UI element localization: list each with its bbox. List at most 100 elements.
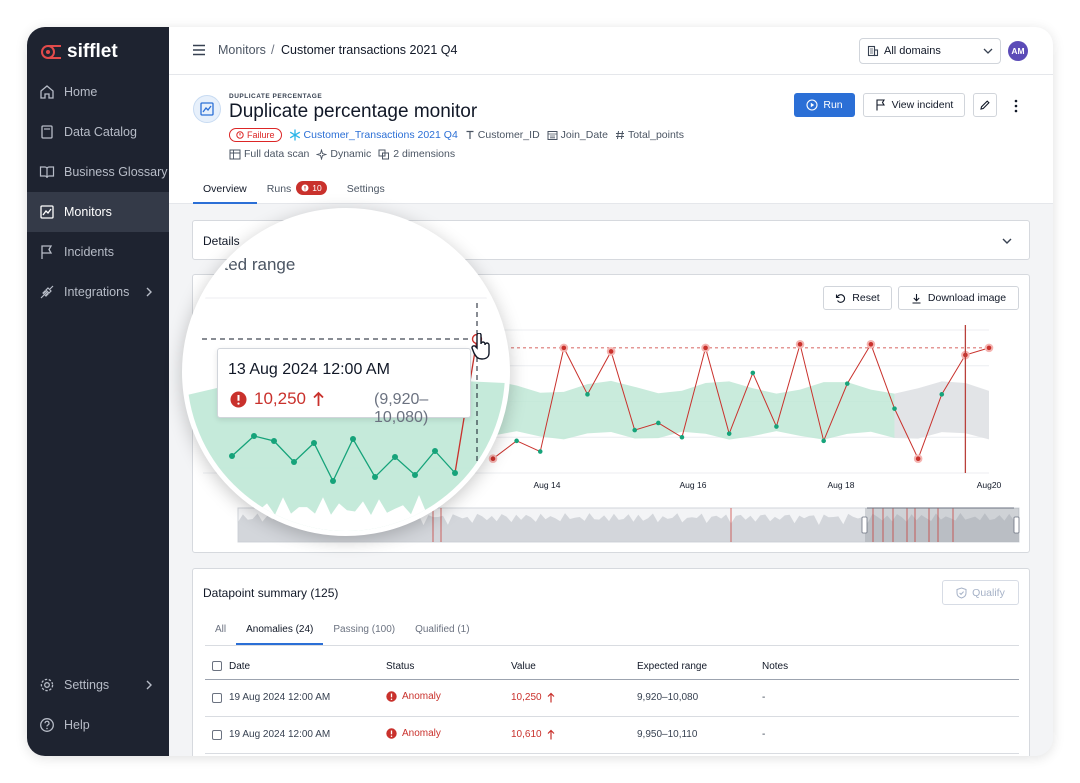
sidebar-item-monitors[interactable]: Monitors bbox=[27, 192, 169, 232]
table-scan-icon bbox=[229, 149, 241, 159]
column-header-expected-range[interactable]: Expected range bbox=[637, 661, 707, 672]
edit-button[interactable] bbox=[973, 93, 997, 117]
anomaly-point bbox=[606, 347, 616, 356]
sidebar-item-label: Incidents bbox=[64, 245, 115, 259]
hash-icon bbox=[615, 130, 624, 140]
breadcrumb-monitors[interactable]: Monitors bbox=[218, 43, 266, 57]
sidebar-item-integrations[interactable]: Integrations bbox=[27, 272, 169, 312]
pencil-icon bbox=[980, 100, 990, 110]
sidebar-item-label: Business Glossary bbox=[64, 165, 168, 179]
field-customer-id: Customer_ID bbox=[465, 129, 540, 141]
summary-tabs: All Anomalies (24) Passing (100) Qualifi… bbox=[205, 624, 480, 645]
dataset-link[interactable]: Customer_Transactions 2021 Q4 bbox=[289, 129, 458, 141]
sidebar: sifflet Home Data Catalog Business Gloss… bbox=[27, 27, 169, 756]
cell-value: 10,610 bbox=[511, 729, 555, 740]
sidebar-item-help[interactable]: Help bbox=[27, 705, 169, 745]
data-point bbox=[939, 392, 945, 397]
top-bar: Monitors / Customer transactions 2021 Q4… bbox=[169, 27, 1053, 75]
open-book-icon bbox=[39, 166, 55, 179]
sidebar-item-label: Help bbox=[64, 718, 90, 732]
flag-icon bbox=[876, 99, 885, 111]
chart-title-fragment: cted range bbox=[215, 255, 296, 274]
tab-all[interactable]: All bbox=[205, 624, 236, 645]
column-header-notes[interactable]: Notes bbox=[762, 661, 788, 672]
column-header-value[interactable]: Value bbox=[511, 661, 536, 672]
more-vertical-icon[interactable] bbox=[1014, 99, 1018, 113]
threshold-mode: Dynamic bbox=[316, 148, 371, 160]
data-point bbox=[892, 406, 897, 411]
chevron-down-icon[interactable] bbox=[1002, 237, 1012, 245]
row-checkbox[interactable] bbox=[212, 693, 222, 703]
qualify-label: Qualify bbox=[972, 586, 1005, 599]
monitor-meta-row: Failure Customer_Transactions 2021 Q4 Cu… bbox=[229, 127, 684, 143]
x-tick-label: Aug20 bbox=[977, 480, 1002, 490]
y-tick-fragment: 9, bbox=[200, 463, 208, 473]
divider bbox=[205, 679, 1019, 680]
value-label: 10,250 bbox=[511, 692, 542, 703]
monitor-type-label: DUPLICATE PERCENTAGE bbox=[229, 93, 323, 100]
column-header-date[interactable]: Date bbox=[229, 661, 250, 672]
hamburger-menu-icon[interactable] bbox=[192, 44, 206, 56]
sidebar-item-data-catalog[interactable]: Data Catalog bbox=[27, 112, 169, 152]
status-label: Anomaly bbox=[402, 691, 441, 702]
threshold-mode-label: Dynamic bbox=[330, 148, 372, 160]
tooltip-date: 13 Aug 2024 12:00 AM bbox=[228, 361, 390, 378]
data-point bbox=[271, 438, 277, 444]
data-point bbox=[432, 448, 438, 454]
qualify-button[interactable]: Qualify bbox=[942, 580, 1019, 605]
domain-select[interactable]: All domains bbox=[859, 38, 1001, 64]
tab-passing[interactable]: Passing (100) bbox=[323, 624, 405, 645]
magnifier-lens: cted range 9, 13 Aug 2024 12:00 AM 10,25… bbox=[182, 208, 510, 536]
tooltip-value-label: 10,250 bbox=[254, 389, 306, 408]
row-checkbox[interactable] bbox=[212, 730, 222, 740]
data-point bbox=[844, 381, 850, 386]
runs-count: 10 bbox=[312, 183, 322, 193]
monitor-config-row: Full data scan Dynamic 2 dimensions bbox=[229, 146, 455, 162]
view-incident-button[interactable]: View incident bbox=[863, 93, 965, 117]
run-button[interactable]: Run bbox=[794, 93, 855, 117]
data-point bbox=[229, 453, 235, 459]
sidebar-item-label: Data Catalog bbox=[64, 125, 137, 139]
dimensions-count: 2 dimensions bbox=[378, 148, 455, 160]
tab-overview[interactable]: Overview bbox=[193, 183, 257, 204]
home-icon bbox=[40, 85, 54, 99]
tab-runs[interactable]: Runs 10 bbox=[257, 181, 337, 204]
data-point bbox=[452, 470, 458, 476]
status-label: Anomaly bbox=[402, 728, 441, 739]
tab-qualified[interactable]: Qualified (1) bbox=[405, 624, 479, 645]
anomaly-point bbox=[913, 454, 923, 463]
chevron-right-icon bbox=[146, 680, 152, 690]
data-point bbox=[726, 431, 732, 436]
datapoint-tooltip: 13 Aug 2024 12:00 AM 10,250 (9,920–10,08… bbox=[217, 348, 471, 426]
shield-check-icon bbox=[956, 586, 967, 599]
anomaly-point bbox=[866, 340, 876, 349]
tab-settings[interactable]: Settings bbox=[337, 183, 395, 204]
column-header-status[interactable]: Status bbox=[386, 661, 414, 672]
sidebar-item-incidents[interactable]: Incidents bbox=[27, 232, 169, 272]
dataset-name: Customer_Transactions 2021 Q4 bbox=[303, 129, 458, 141]
alert-icon bbox=[230, 391, 247, 407]
sidebar-item-settings[interactable]: Settings bbox=[27, 665, 169, 705]
field-name: Total_points bbox=[627, 129, 684, 141]
divider bbox=[205, 645, 1019, 646]
calendar-icon bbox=[547, 130, 558, 140]
domain-select-value: All domains bbox=[884, 45, 941, 57]
arrow-up-icon bbox=[313, 391, 324, 406]
select-all-checkbox[interactable] bbox=[212, 661, 222, 671]
cell-date: 19 Aug 2024 12:00 AM bbox=[229, 729, 331, 740]
brand-logo[interactable]: sifflet bbox=[39, 39, 118, 65]
sidebar-item-label: Monitors bbox=[64, 205, 112, 219]
sidebar-item-business-glossary[interactable]: Business Glossary bbox=[27, 152, 169, 192]
alert-icon bbox=[386, 691, 397, 702]
failure-icon bbox=[236, 131, 244, 139]
sidebar-item-home[interactable]: Home bbox=[27, 72, 169, 112]
data-point bbox=[311, 440, 317, 446]
field-name: Join_Date bbox=[560, 129, 608, 141]
alert-icon bbox=[386, 728, 397, 739]
plug-icon bbox=[40, 285, 54, 299]
data-point bbox=[774, 424, 779, 429]
data-point bbox=[291, 459, 297, 465]
data-point bbox=[392, 454, 398, 460]
user-avatar[interactable]: AM bbox=[1008, 41, 1028, 61]
tab-anomalies[interactable]: Anomalies (24) bbox=[236, 624, 324, 645]
